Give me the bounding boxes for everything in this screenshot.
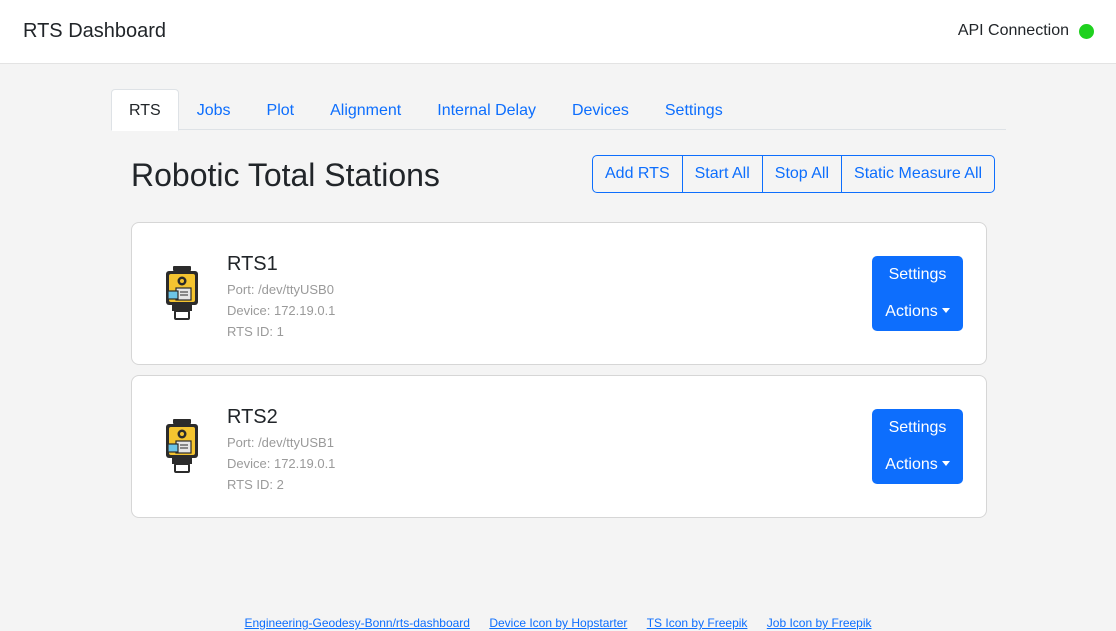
rts-settings-button[interactable]: Settings: [872, 256, 963, 293]
rts-card: RTS1 Port: /dev/ttyUSB0 Device: 172.19.0…: [131, 222, 987, 365]
tab-plot[interactable]: Plot: [249, 89, 313, 130]
app-title[interactable]: RTS Dashboard: [23, 20, 166, 43]
api-connection-status: API Connection: [958, 22, 1094, 40]
footer-link-job-icon[interactable]: Job Icon by Freepik: [767, 616, 872, 630]
rts-actions-label: Actions: [885, 303, 938, 320]
rts-actions-dropdown[interactable]: Actions: [872, 293, 963, 330]
rts-action-button-group: Add RTS Start All Stop All Static Measur…: [592, 155, 996, 193]
rts-port: Port: /dev/ttyUSB1: [227, 435, 334, 450]
caret-down-icon: [941, 308, 950, 313]
rts-name: RTS1: [227, 253, 278, 275]
rts-port: Port: /dev/ttyUSB0: [227, 282, 334, 297]
rts-card: RTS2 Port: /dev/ttyUSB1 Device: 172.19.0…: [131, 375, 987, 518]
tab-rts[interactable]: RTS: [111, 89, 179, 131]
tab-devices[interactable]: Devices: [554, 89, 647, 130]
caret-down-icon: [941, 461, 950, 466]
tab-jobs[interactable]: Jobs: [179, 89, 249, 130]
tab-internal-delay[interactable]: Internal Delay: [419, 89, 554, 130]
footer-link-ts-icon[interactable]: TS Icon by Freepik: [647, 616, 748, 630]
rts-device: Device: 172.19.0.1: [227, 456, 336, 471]
start-all-button[interactable]: Start All: [681, 155, 763, 193]
api-connection-label: API Connection: [957, 22, 1069, 39]
rts-button-stack: Settings Actions: [872, 256, 963, 331]
rts-settings-button[interactable]: Settings: [872, 409, 963, 446]
page-title: Robotic Total Stations: [131, 157, 440, 193]
add-rts-button[interactable]: Add RTS: [592, 155, 683, 193]
footer-link-repo[interactable]: Engineering-Geodesy-Bonn/rts-dashboard: [245, 616, 470, 630]
rts-device: Device: 172.19.0.1: [227, 303, 336, 318]
rts-actions-label: Actions: [885, 456, 938, 473]
tab-settings[interactable]: Settings: [647, 89, 741, 130]
tab-bar: RTS Jobs Plot Alignment Internal Delay D…: [111, 89, 1006, 131]
status-dot-icon: [1079, 23, 1094, 39]
total-station-icon: [166, 419, 198, 473]
top-navbar: RTS Dashboard API Connection: [0, 0, 1116, 64]
rts-name: RTS2: [227, 406, 278, 428]
footer-link-device-icon[interactable]: Device Icon by Hopstarter: [489, 616, 627, 630]
stop-all-button[interactable]: Stop All: [761, 155, 843, 193]
rts-id: RTS ID: 1: [227, 324, 284, 339]
rts-button-stack: Settings Actions: [872, 409, 963, 484]
tab-alignment[interactable]: Alignment: [312, 89, 419, 130]
total-station-icon: [166, 266, 198, 320]
rts-id: RTS ID: 2: [227, 477, 284, 492]
footer-links: Engineering-Geodesy-Bonn/rts-dashboard D…: [0, 616, 1116, 630]
rts-actions-dropdown[interactable]: Actions: [872, 446, 963, 483]
static-measure-all-button[interactable]: Static Measure All: [841, 155, 996, 193]
